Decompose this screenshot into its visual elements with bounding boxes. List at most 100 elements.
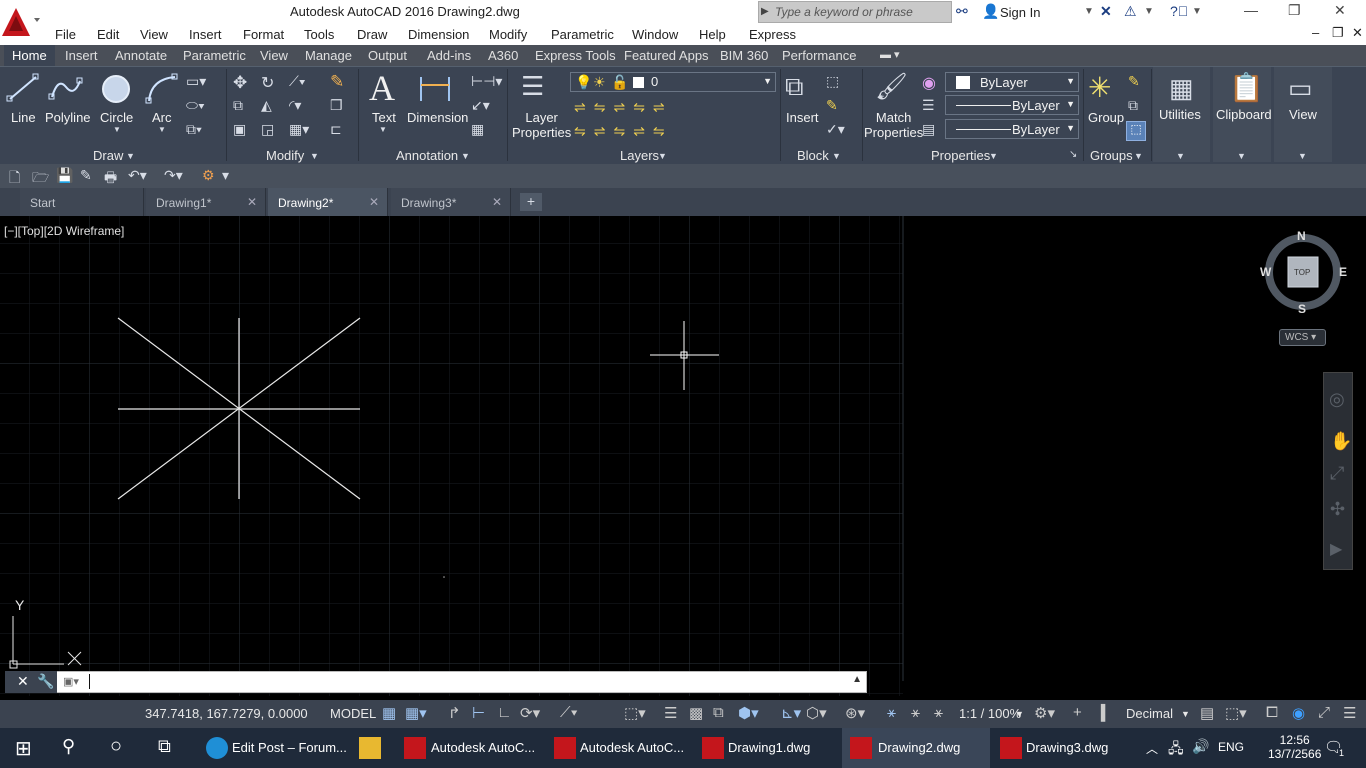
restore-icon[interactable]: ❐ (1288, 2, 1301, 19)
exchange-apps-icon[interactable]: ✕ (1100, 3, 1112, 20)
scale-icon[interactable]: ◲ (261, 121, 274, 138)
taskbar-item-autocad-1[interactable]: Autodesk AutoC... (396, 728, 544, 768)
selection-cycling-icon[interactable]: ⧉ (713, 704, 724, 721)
hardware-acceleration-icon[interactable]: ◉ (1292, 704, 1305, 722)
quick-properties-icon[interactable]: ▤ (1200, 704, 1214, 722)
copy-icon[interactable]: ⧉ (233, 97, 243, 114)
edit-block-icon[interactable]: ✎ (826, 97, 838, 114)
chevron-down-icon[interactable]: ▼ (1134, 151, 1143, 161)
file-tab-drawing3[interactable]: Drawing3* ✕ (391, 188, 511, 216)
doc-restore-icon[interactable]: ❐ (1332, 25, 1344, 41)
chevron-down-icon[interactable]: ▼ (113, 125, 121, 134)
isolate-objects-icon[interactable]: ⧠ (1266, 704, 1278, 721)
zoom-extents-icon[interactable]: ⤢ (1330, 463, 1344, 484)
layer-properties-button[interactable]: Layer Properties (512, 110, 571, 140)
view-panel[interactable]: ▭ View ▼ (1274, 67, 1332, 162)
compass-west[interactable]: W (1260, 265, 1271, 279)
file-tab-drawing1[interactable]: Drawing1* ✕ (146, 188, 266, 216)
taskbar-item-drawing3[interactable]: Drawing3.dwg (992, 728, 1140, 768)
ungroup-icon[interactable]: ✎ (1128, 73, 1140, 90)
object-snap-icon[interactable]: ⬚▾ (624, 704, 646, 722)
dialog-launcher-icon[interactable]: ↘ (1069, 149, 1077, 160)
model-space-button[interactable]: MODEL (330, 706, 376, 721)
close-command-icon[interactable]: ✕ (17, 673, 29, 690)
menu-format[interactable]: Format (243, 27, 284, 42)
color-dropdown[interactable]: ByLayer ▼ (945, 72, 1079, 92)
search-input[interactable]: ▶ Type a keyword or phrase (758, 1, 952, 23)
network-icon[interactable]: 🖧 (1168, 738, 1184, 762)
annotation-visibility-icon[interactable]: ⚹ (887, 704, 896, 721)
groups-panel-title[interactable]: Groups (1090, 148, 1133, 163)
save-icon[interactable]: 💾 (56, 167, 73, 184)
file-tab-start[interactable]: Start (20, 188, 144, 216)
viewport-controls[interactable]: [−][Top][2D Wireframe] (4, 224, 124, 238)
polyline-button[interactable]: Polyline (45, 110, 91, 125)
taskbar-item-drawing2[interactable]: Drawing2.dwg (842, 728, 990, 768)
workspace-switch-icon[interactable]: ⚙▾ (1034, 704, 1055, 722)
close-tab-icon[interactable]: ✕ (369, 195, 379, 209)
draw-panel-title[interactable]: Draw (93, 148, 123, 163)
create-block-icon[interactable]: ⬚ (826, 73, 839, 90)
chevron-down-icon[interactable]: ▼ (158, 125, 166, 134)
erase-icon[interactable]: ✎ (330, 72, 344, 92)
arc-button[interactable]: Arc (152, 110, 172, 125)
menu-tools[interactable]: Tools (304, 27, 334, 42)
redo-icon[interactable]: ↷▾ (164, 167, 183, 184)
tab-home[interactable]: Home (4, 45, 55, 66)
clean-screen-icon[interactable]: ⤢ (1318, 704, 1330, 721)
transparency-toggle-icon[interactable]: ▩ (689, 704, 703, 722)
trim-icon[interactable]: ⟋▾ (289, 73, 306, 90)
color-wheel-icon[interactable]: ◉ (922, 73, 936, 93)
taskbar-item-drawing1[interactable]: Drawing1.dwg (694, 728, 842, 768)
layer-tools-row2-icon[interactable]: ⇋⇌⇋⇌⇋ (574, 123, 673, 140)
windows-start-icon[interactable]: ⊞ (15, 736, 32, 761)
annotation-monitor-icon[interactable]: + (1073, 704, 1082, 721)
dynamic-ucs-icon[interactable]: ⊾▾ (781, 704, 801, 722)
save-as-icon[interactable]: ✎ (80, 167, 92, 184)
tab-bim-360[interactable]: BIM 360 (720, 48, 768, 63)
rectangle-icon[interactable]: ▭▾ (186, 73, 206, 90)
text-button[interactable]: Text (372, 110, 396, 125)
infer-constraints-icon[interactable]: ↱ (448, 704, 461, 722)
selection-filter-icon[interactable]: ⬡▾ (806, 704, 827, 722)
customize-qat-icon[interactable]: ▾ (222, 167, 229, 184)
doc-close-icon[interactable]: ✕ (1352, 25, 1363, 41)
dynamic-input-icon[interactable]: ⊢ (472, 704, 485, 722)
chevron-down-icon[interactable]: ▼ (658, 151, 667, 161)
chevron-down-icon[interactable]: ▼ (832, 151, 841, 161)
mirror-icon[interactable]: ◭ (261, 97, 272, 114)
tab-view[interactable]: View (260, 48, 288, 63)
chevron-down-icon[interactable]: ▼ (461, 151, 470, 161)
fillet-icon[interactable]: ◜▾ (289, 97, 301, 114)
isodraft-icon[interactable]: ⟋▾ (560, 704, 578, 721)
gizmo-icon[interactable]: ⊛▾ (845, 704, 865, 722)
menu-file[interactable]: File (55, 27, 76, 42)
drawing-canvas[interactable] (0, 216, 1366, 696)
tab-annotate[interactable]: Annotate (115, 48, 167, 63)
move-icon[interactable]: ✥ (233, 73, 247, 93)
file-tab-drawing2[interactable]: Drawing2* ✕ (268, 188, 388, 216)
tab-performance[interactable]: Performance (782, 48, 856, 63)
viewcube[interactable]: TOP N S E W (1258, 228, 1348, 318)
layers-panel-title[interactable]: Layers (620, 148, 659, 163)
linetype-dropdown[interactable]: ByLayer ▼ (945, 95, 1079, 115)
a360-icon[interactable]: ⚠ (1124, 3, 1137, 20)
chevron-down-icon[interactable]: ▼ (1144, 6, 1154, 17)
pan-icon[interactable]: ✋ (1330, 431, 1352, 452)
circle-button[interactable]: Circle (100, 110, 133, 125)
auto-scale-icon[interactable]: ⚹ (911, 704, 920, 721)
menu-edit[interactable]: Edit (97, 27, 119, 42)
compass-north[interactable]: N (1297, 229, 1306, 243)
taskbar-item-autocad-2[interactable]: Autodesk AutoC... (546, 728, 694, 768)
expand-arrow-icon[interactable]: ▶ (761, 6, 769, 17)
new-tab-icon[interactable]: + (520, 193, 542, 211)
chevron-down-icon[interactable]: ▼ (379, 125, 387, 134)
lock-ui-icon[interactable]: ⬚▾ (1225, 704, 1247, 722)
grid-display-icon[interactable]: ▦ (382, 704, 396, 722)
search-icon[interactable]: ⚲ (62, 736, 75, 757)
steering-wheel-icon[interactable]: ◎ (1329, 389, 1345, 410)
task-view-icon[interactable]: ⧉ (158, 736, 171, 757)
rotate-icon[interactable]: ↻ (261, 73, 274, 93)
modify-panel-title[interactable]: Modify (266, 148, 304, 163)
close-icon[interactable]: ✕ (1334, 2, 1346, 19)
